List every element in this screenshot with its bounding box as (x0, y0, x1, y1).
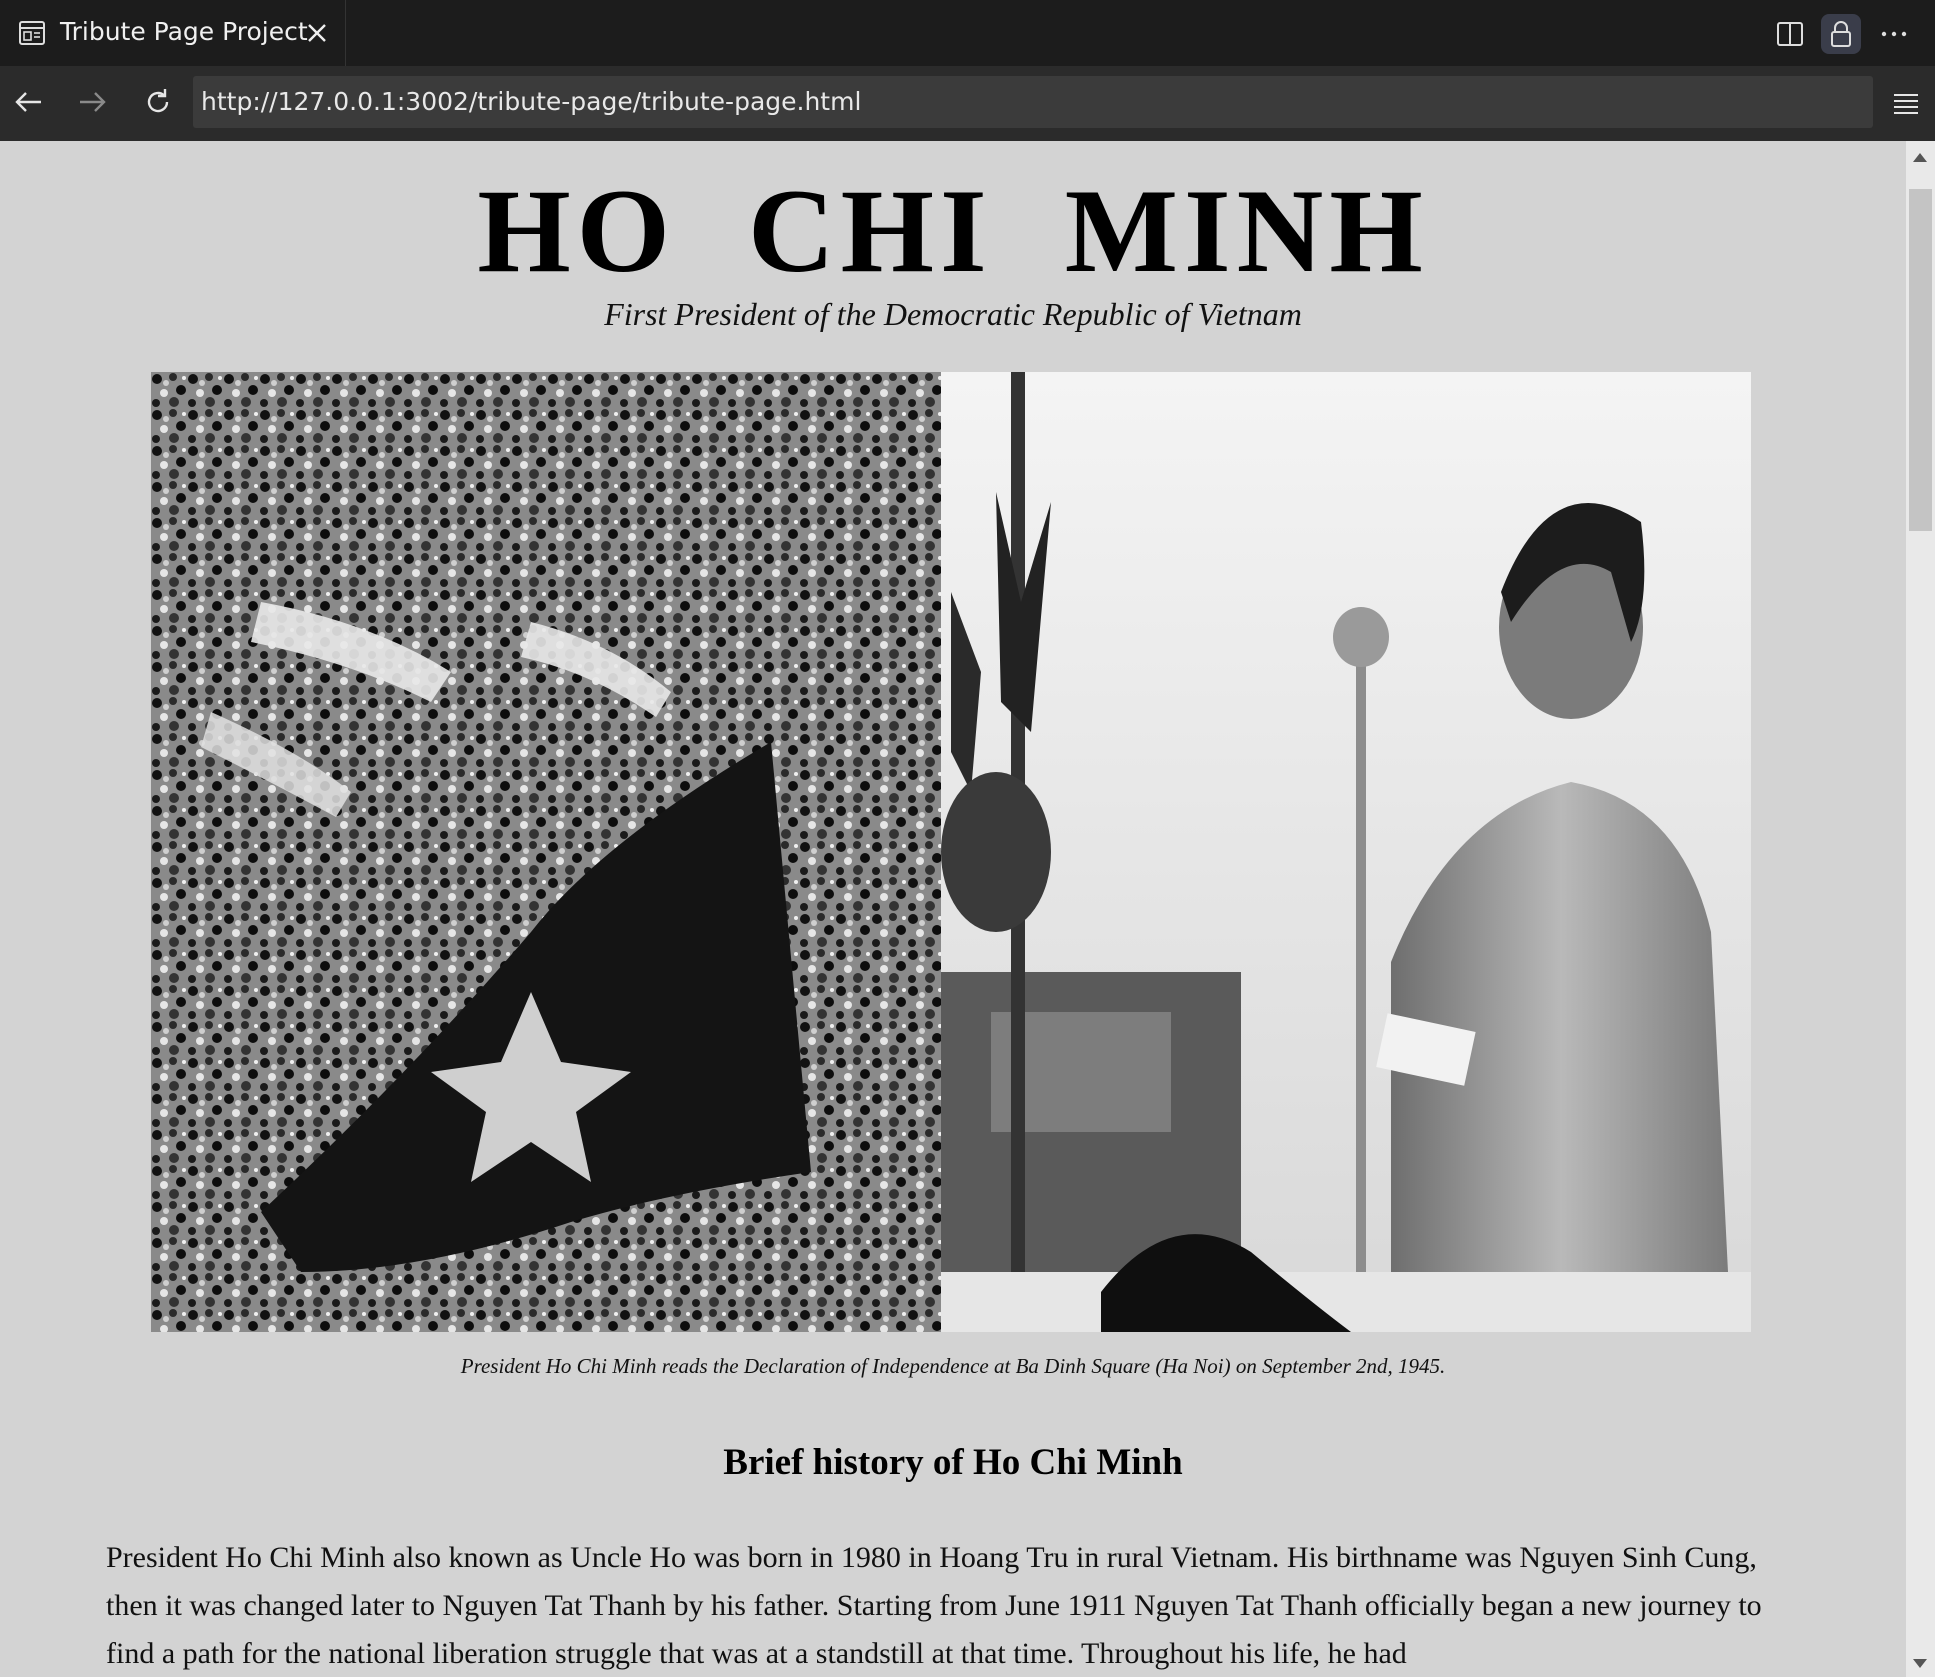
close-icon[interactable] (304, 20, 330, 46)
page-viewport: HO CHI MINH First President of the Democ… (0, 141, 1906, 1677)
menu-icon[interactable] (1887, 84, 1925, 122)
url-text: http://127.0.0.1:3002/tribute-page/tribu… (201, 87, 862, 116)
more-options-icon[interactable] (1874, 14, 1914, 54)
tab-bar: Tribute Page Project (0, 0, 1935, 66)
tab-tribute-page[interactable]: Tribute Page Project (0, 0, 346, 66)
address-bar[interactable]: http://127.0.0.1:3002/tribute-page/tribu… (193, 76, 1873, 128)
lock-icon (1831, 21, 1851, 47)
split-view-icon[interactable] (1770, 14, 1810, 54)
image-caption: President Ho Chi Minh reads the Declarat… (460, 1354, 1446, 1378)
scroll-down-arrow-icon[interactable] (1913, 1659, 1927, 1668)
tribute-photo (151, 372, 1751, 1332)
page-icon (19, 21, 45, 45)
page-subtitle: First President of the Democratic Republ… (604, 296, 1302, 332)
scroll-up-arrow-icon[interactable] (1913, 153, 1927, 162)
back-icon[interactable] (8, 82, 48, 122)
history-paragraph: President Ho Chi Minh also known as Uncl… (106, 1541, 1762, 1670)
page-title: HO CHI MINH (477, 164, 1429, 297)
navigation-bar: http://127.0.0.1:3002/tribute-page/tribu… (0, 66, 1935, 141)
forward-icon[interactable] (73, 82, 113, 122)
section-heading: Brief history of Ho Chi Minh (723, 1442, 1183, 1483)
reload-icon[interactable] (138, 82, 178, 122)
tribute-image (151, 372, 1751, 1332)
lock-button[interactable] (1821, 14, 1861, 54)
tab-title: Tribute Page Project (60, 17, 308, 46)
scroll-thumb[interactable] (1909, 189, 1932, 531)
vertical-scrollbar[interactable] (1906, 141, 1935, 1677)
